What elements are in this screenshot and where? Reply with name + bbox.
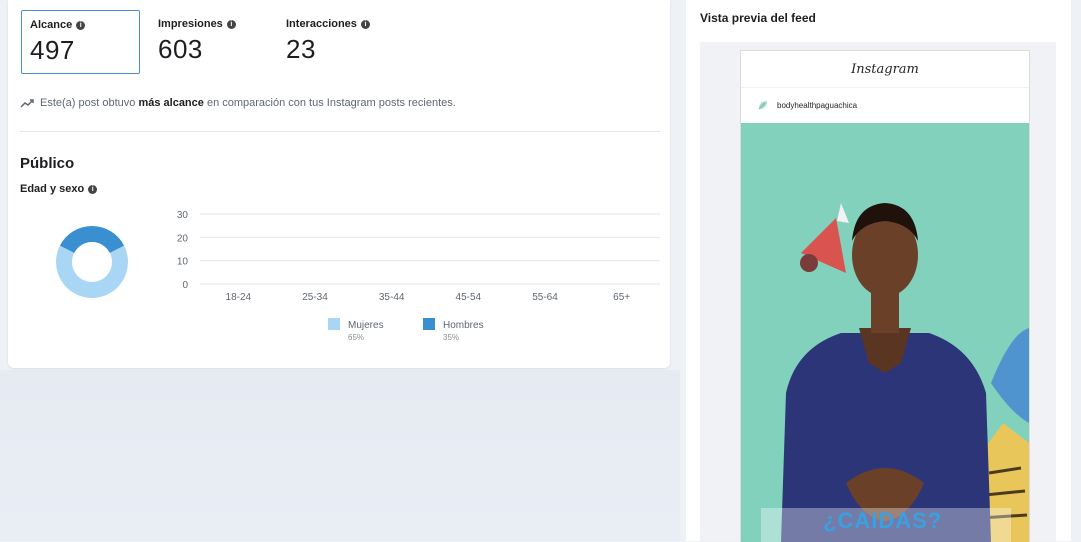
audience-title: Público bbox=[20, 155, 75, 172]
legend-percent-mujeres: 65% bbox=[348, 333, 364, 342]
legend-swatch-hombres bbox=[423, 318, 435, 330]
feed-preview-frame: Instagram bodyhealthpaguachica ¿CAIDAS? bbox=[700, 42, 1056, 542]
post-username: bodyhealthpaguachica bbox=[777, 100, 858, 110]
y-tick-label: 20 bbox=[177, 233, 189, 244]
insight-suffix: en comparación con tus Instagram posts r… bbox=[203, 97, 456, 109]
y-tick-label: 30 bbox=[177, 210, 189, 221]
age-gender-label: Edad y sexo bbox=[20, 183, 85, 195]
info-icon[interactable]: i bbox=[76, 20, 86, 30]
insight-bold: más alcance bbox=[138, 97, 204, 109]
feed-preview-panel: Vista previa del feed Instagram bodyheal… bbox=[686, 0, 1071, 542]
post-video[interactable]: ¿CAIDAS? bbox=[741, 123, 1029, 542]
donut-slice-hombres[interactable] bbox=[59, 226, 125, 254]
info-icon[interactable]: i bbox=[226, 19, 236, 29]
metric-value: 603 bbox=[158, 34, 203, 64]
metric-alcance[interactable]: Alcance i 497 bbox=[21, 10, 140, 74]
video-caption-overlay: ¿CAIDAS? bbox=[823, 508, 943, 533]
metric-label: Alcance bbox=[30, 19, 73, 31]
video-frame-image bbox=[741, 123, 1029, 542]
leaf-avatar-icon bbox=[758, 101, 767, 110]
metric-value: 23 bbox=[286, 34, 316, 64]
metric-value: 497 bbox=[30, 35, 75, 65]
legend-label-mujeres[interactable]: Mujeres bbox=[348, 320, 384, 331]
instagram-logo: Instagram bbox=[741, 51, 1029, 88]
info-icon[interactable]: i bbox=[360, 19, 370, 29]
x-tick-label: 25-34 bbox=[302, 292, 328, 303]
x-tick-label: 65+ bbox=[613, 292, 630, 303]
legend-swatch-mujeres bbox=[328, 318, 340, 330]
reach-insight: Este(a) post obtuvo más alcance en compa… bbox=[20, 97, 456, 109]
feed-preview-title: Vista previa del feed bbox=[700, 11, 816, 25]
insights-panel: Alcance i 497 Impresiones i 603 Interacc… bbox=[8, 0, 670, 368]
insight-prefix: Este(a) post obtuvo bbox=[40, 97, 139, 109]
x-tick-label: 45-54 bbox=[456, 292, 482, 303]
legend-percent-hombres: 35% bbox=[443, 333, 459, 342]
y-tick-label: 10 bbox=[177, 257, 189, 268]
divider bbox=[20, 131, 660, 132]
instagram-post-card: Instagram bodyhealthpaguachica ¿CAIDAS? bbox=[740, 50, 1030, 542]
x-tick-label: 18-24 bbox=[226, 292, 252, 303]
legend-label-hombres[interactable]: Hombres bbox=[443, 320, 484, 331]
x-tick-label: 35-44 bbox=[379, 292, 405, 303]
donut-slice-mujeres[interactable] bbox=[56, 245, 128, 298]
metric-label: Interacciones bbox=[286, 18, 357, 30]
y-tick-label: 0 bbox=[182, 280, 188, 291]
metric-impresiones[interactable]: Impresiones i 603 bbox=[158, 18, 236, 65]
age-bar-chart: 30 20 10 0 18-24 25-34 35-44 45-54 55-64 65+ Mujer… bbox=[177, 210, 660, 342]
page-background bbox=[0, 370, 680, 541]
x-tick-label: 55-64 bbox=[532, 292, 558, 303]
post-author[interactable]: bodyhealthpaguachica bbox=[741, 88, 1029, 122]
metric-label: Impresiones bbox=[158, 18, 223, 30]
metric-interacciones[interactable]: Interacciones i 23 bbox=[286, 18, 370, 65]
info-icon[interactable]: i bbox=[88, 184, 98, 194]
age-gender-heading: Edad y sexo i bbox=[20, 183, 98, 195]
trend-up-icon bbox=[20, 99, 34, 108]
gender-donut-chart bbox=[56, 226, 128, 298]
